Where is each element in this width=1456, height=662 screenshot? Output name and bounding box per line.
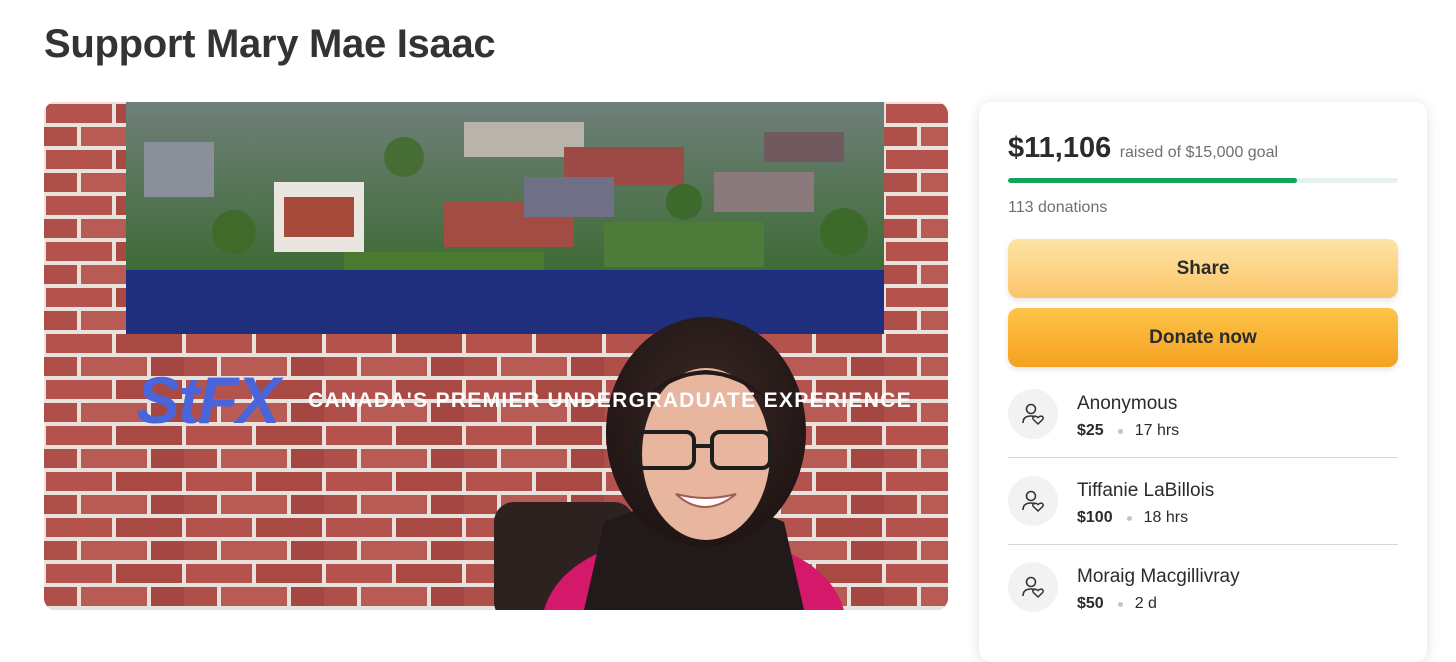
donation-count: 113 donations bbox=[1008, 199, 1108, 216]
separator-dot bbox=[1117, 601, 1123, 607]
separator-dot bbox=[1126, 515, 1132, 521]
donor-time: 2 d bbox=[1134, 595, 1157, 612]
donor-time: 18 hrs bbox=[1143, 509, 1189, 526]
share-button[interactable]: Share bbox=[1008, 239, 1398, 298]
page-title: Support Mary Mae Isaac bbox=[44, 22, 496, 66]
donor-meta: $25 17 hrs bbox=[1077, 422, 1179, 440]
progress-bar bbox=[1008, 178, 1398, 183]
donor-amount: $25 bbox=[1077, 422, 1104, 439]
donor-meta: $50 2 d bbox=[1077, 595, 1157, 613]
donor-name: Tiffanie LaBillois bbox=[1077, 480, 1215, 501]
divider bbox=[1008, 457, 1398, 458]
donor-list-item[interactable]: Anonymous $25 17 hrs bbox=[1008, 378, 1398, 464]
donor-meta: $100 18 hrs bbox=[1077, 509, 1188, 527]
campaign-photo[interactable]: StFX CANADA'S PREMIER UNDERGRADUATE EXPE… bbox=[44, 102, 948, 610]
donor-heart-icon bbox=[1008, 389, 1058, 439]
raised-summary: $11,106 raised of $15,000 goal bbox=[1008, 132, 1278, 165]
donor-name: Moraig Macgillivray bbox=[1077, 566, 1240, 587]
donor-name: Anonymous bbox=[1077, 393, 1178, 414]
donor-amount: $100 bbox=[1077, 509, 1113, 526]
progress-fill bbox=[1008, 178, 1297, 183]
goal-text: raised of $15,000 goal bbox=[1119, 144, 1279, 161]
campaign-photo-illustration bbox=[44, 102, 948, 610]
divider bbox=[1008, 544, 1398, 545]
banner-text: CANADA'S PREMIER UNDERGRADUATE EXPERIENC… bbox=[308, 389, 912, 412]
donor-list-item[interactable]: Tiffanie LaBillois $100 18 hrs bbox=[1008, 465, 1398, 551]
donor-list-item[interactable]: Moraig Macgillivray $50 2 d bbox=[1008, 551, 1398, 637]
donor-time: 17 hrs bbox=[1134, 422, 1180, 439]
donate-now-button[interactable]: Donate now bbox=[1008, 308, 1398, 367]
separator-dot bbox=[1117, 428, 1123, 434]
donation-panel: $11,106 raised of $15,000 goal 113 donat… bbox=[979, 102, 1427, 662]
raised-amount: $11,106 bbox=[1008, 132, 1112, 164]
donor-heart-icon bbox=[1008, 476, 1058, 526]
banner-logo: StFX bbox=[136, 363, 280, 437]
donor-amount: $50 bbox=[1077, 595, 1104, 612]
donor-heart-icon bbox=[1008, 562, 1058, 612]
